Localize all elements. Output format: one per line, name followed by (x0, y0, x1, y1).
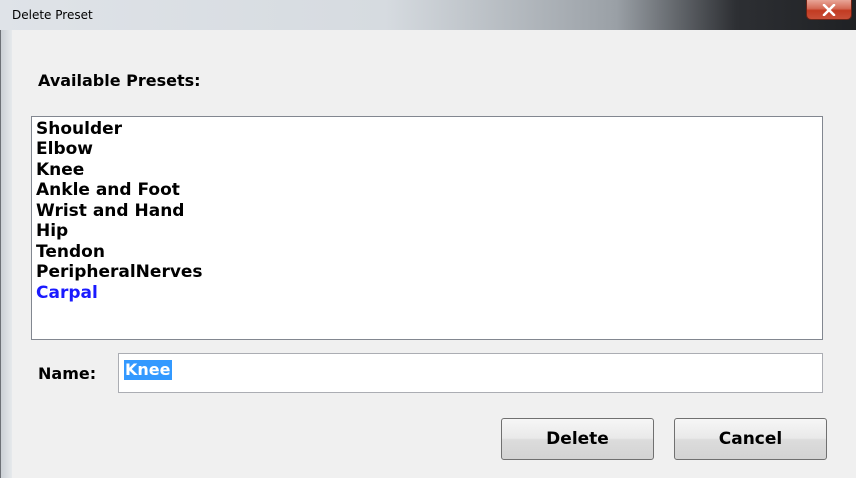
list-item-ankle-and-foot[interactable]: Ankle and Foot (36, 180, 180, 200)
window-frame-edge (0, 30, 1, 478)
close-icon (822, 3, 836, 16)
list-item-tendon[interactable]: Tendon (36, 242, 105, 262)
list-item-knee[interactable]: Knee (36, 160, 84, 180)
title-bar[interactable]: Delete Preset (0, 0, 856, 30)
name-input[interactable]: Knee (118, 353, 823, 393)
presets-listbox[interactable]: Shoulder Elbow Knee Ankle and Foot Wrist… (31, 116, 823, 340)
list-item-elbow[interactable]: Elbow (36, 139, 93, 159)
cancel-button[interactable]: Cancel (674, 418, 827, 460)
list-item-shoulder[interactable]: Shoulder (36, 119, 122, 139)
list-item-peripheralnerves[interactable]: PeripheralNerves (36, 262, 203, 282)
name-input-value: Knee (124, 360, 172, 380)
delete-button[interactable]: Delete (501, 418, 654, 460)
list-item-wrist-and-hand[interactable]: Wrist and Hand (36, 201, 184, 221)
list-item-hip[interactable]: Hip (36, 221, 68, 241)
window-title: Delete Preset (12, 8, 93, 22)
name-label: Name: (38, 364, 97, 383)
available-presets-label: Available Presets: (38, 71, 201, 90)
close-button[interactable] (806, 0, 852, 20)
list-item-carpal[interactable]: Carpal (36, 283, 98, 303)
window-frame-left (0, 30, 12, 478)
delete-preset-dialog: Delete Preset Available Presets: Shoulde… (0, 0, 856, 478)
